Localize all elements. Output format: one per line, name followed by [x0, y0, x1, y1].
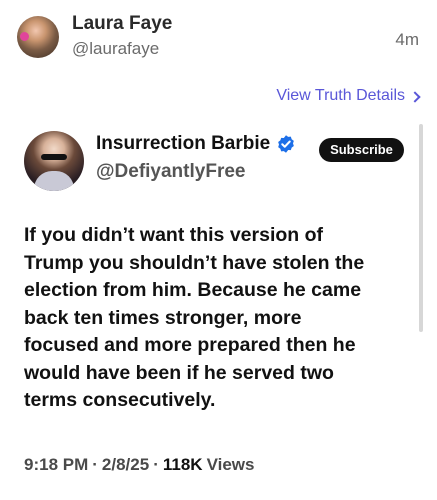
avatar-figure: [34, 171, 74, 191]
embedded-post[interactable]: Insurrection Barbie @DefiyantlyFree Subs…: [0, 116, 437, 500]
verified-badge-icon: [276, 134, 296, 154]
post-header: Laura Faye @laurafaye 4m: [0, 0, 437, 80]
embedded-author-name-row[interactable]: Insurrection Barbie: [96, 133, 296, 155]
views-count: 118K: [162, 455, 203, 474]
post-date: 2/8/25: [101, 455, 150, 474]
embedded-author-avatar[interactable]: [24, 131, 84, 191]
view-truth-details-link[interactable]: View Truth Details: [276, 87, 421, 105]
views-label: Views: [206, 455, 255, 474]
embedded-author-name: Insurrection Barbie: [96, 133, 271, 154]
meta-separator: ·: [153, 455, 159, 474]
subscribe-button[interactable]: Subscribe: [319, 138, 404, 162]
author-name[interactable]: Laura Faye: [72, 13, 172, 35]
post-metadata: 9:18 PM · 2/8/25 · 118K Views: [24, 455, 254, 475]
avatar-sunglasses: [41, 154, 67, 160]
embedded-post-text: If you didn’t want this version of Trump…: [24, 224, 365, 411]
author-avatar[interactable]: [17, 16, 59, 58]
chevron-right-icon: [409, 90, 421, 103]
post-time: 9:18 PM: [24, 455, 89, 474]
meta-separator: ·: [92, 455, 98, 474]
post-age: 4m: [395, 30, 419, 49]
view-truth-details-label: View Truth Details: [276, 87, 405, 104]
author-handle[interactable]: @laurafaye: [72, 39, 159, 59]
embedded-author-handle[interactable]: @DefiyantlyFree: [96, 161, 245, 183]
scrollbar[interactable]: [419, 124, 423, 332]
